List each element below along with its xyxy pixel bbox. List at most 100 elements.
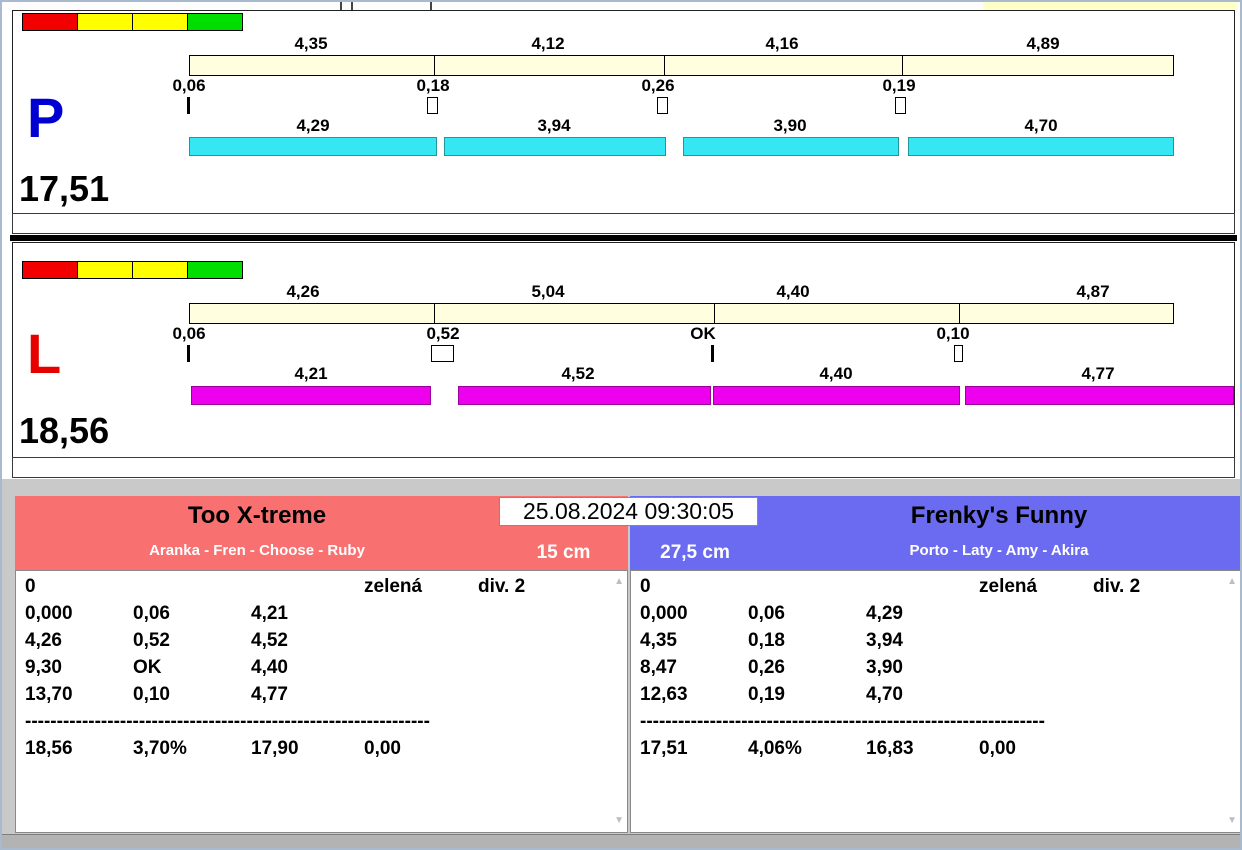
log-cell-empty <box>748 576 866 603</box>
panel-divider <box>10 235 1237 241</box>
split-bar <box>458 386 711 405</box>
fault-marker <box>711 345 714 362</box>
run-panel-l: 4,26 5,04 4,40 4,87 0,06 0,52 OK 0,10 4,… <box>12 242 1235 458</box>
log-cell: 4,06% <box>748 738 866 765</box>
log-cell: 0,19 <box>748 684 866 711</box>
scroll-down-icon[interactable]: ▼ <box>1227 816 1237 826</box>
fault-time: 0,19 <box>839 76 959 96</box>
split-time-top: 4,16 <box>722 34 842 54</box>
split-track <box>189 303 1174 324</box>
team-members-right: Porto - Laty - Amy - Akira <box>757 542 1241 559</box>
track-divider <box>664 56 665 75</box>
track-divider <box>434 304 435 323</box>
jump-height-left: 15 cm <box>499 541 628 565</box>
log-row: 0,000 0,06 4,21 <box>25 603 609 630</box>
result-log-left[interactable]: 0 zelená div. 2 0,000 0,06 4,21 4,26 0,5… <box>15 570 628 833</box>
run-total-l: 18,56 <box>19 413 109 449</box>
bottom-status-bar <box>2 834 1240 848</box>
background-window-strip <box>2 2 1240 10</box>
log-row: 4,35 0,18 3,94 <box>640 630 1222 657</box>
log-cell: 3,70% <box>133 738 251 765</box>
run-letter-l: L <box>27 329 61 379</box>
track-divider <box>959 304 960 323</box>
log-row-totals: 18,56 3,70% 17,90 0,00 <box>25 738 609 765</box>
log-cell: zelená <box>979 576 1093 603</box>
log-cell: 0,10 <box>133 684 251 711</box>
log-cell: 0 <box>640 576 748 603</box>
split-time-bottom: 4,21 <box>251 364 371 384</box>
fault-marker <box>895 97 906 114</box>
fault-marker <box>431 345 454 362</box>
fault-time: 0,18 <box>373 76 493 96</box>
log-cell: 3,94 <box>866 630 979 657</box>
light-segment-red <box>22 261 78 279</box>
log-cell: 3,90 <box>866 657 979 684</box>
log-cell: 0,000 <box>25 603 133 630</box>
split-time-bottom: 3,90 <box>730 116 850 136</box>
start-lights <box>22 13 242 31</box>
split-bar <box>908 137 1174 156</box>
light-segment-green <box>187 13 243 31</box>
scroll-down-icon[interactable]: ▼ <box>614 816 624 826</box>
split-time-top: 4,87 <box>1033 282 1153 302</box>
team-name-right: Frenky's Funny <box>757 501 1241 531</box>
log-cell: 4,70 <box>866 684 979 711</box>
log-cell: 4,35 <box>640 630 748 657</box>
background-window-fragment <box>983 2 1238 10</box>
datetime-display: 25.08.2024 09:30:05 <box>499 497 758 526</box>
log-cell: 4,52 <box>251 630 364 657</box>
track-divider <box>714 304 715 323</box>
jump-height-right: 27,5 cm <box>632 541 758 565</box>
split-bar <box>191 386 431 405</box>
log-cell: 16,83 <box>866 738 979 765</box>
split-time-bottom: 4,40 <box>776 364 896 384</box>
log-cell: zelená <box>364 576 478 603</box>
fault-marker <box>954 345 963 362</box>
split-bar <box>713 386 960 405</box>
fault-time: 0,10 <box>893 324 1013 344</box>
split-time-top: 4,35 <box>251 34 371 54</box>
team-name-left: Too X-treme <box>15 501 499 531</box>
log-cell: 17,51 <box>640 738 748 765</box>
track-divider <box>434 56 435 75</box>
log-row: 4,26 0,52 4,52 <box>25 630 609 657</box>
log-cell: 17,90 <box>251 738 364 765</box>
log-cell: 0,18 <box>748 630 866 657</box>
log-cell: 4,40 <box>251 657 364 684</box>
split-time-top: 4,40 <box>733 282 853 302</box>
fault-marker <box>427 97 438 114</box>
log-cell: div. 2 <box>478 576 609 603</box>
split-bar <box>444 137 666 156</box>
log-cell: 12,63 <box>640 684 748 711</box>
result-log-right[interactable]: 0 zelená div. 2 0,000 0,06 4,29 4,35 0,1… <box>630 570 1241 833</box>
log-cell-empty <box>866 576 979 603</box>
run-letter-p: P <box>27 93 64 143</box>
fault-marker <box>187 97 190 114</box>
log-cell: 4,26 <box>25 630 133 657</box>
fault-time: 0,06 <box>129 324 249 344</box>
split-time-top: 5,04 <box>488 282 608 302</box>
log-row: 12,63 0,19 4,70 <box>640 684 1222 711</box>
split-time-top: 4,26 <box>243 282 363 302</box>
scroll-up-icon[interactable]: ▲ <box>1227 577 1237 587</box>
log-cell: 0,52 <box>133 630 251 657</box>
status-strip-l <box>12 457 1235 478</box>
light-segment-yellow <box>77 13 133 31</box>
log-cell: 0,06 <box>748 603 866 630</box>
split-time-bottom: 4,52 <box>518 364 638 384</box>
track-divider <box>902 56 903 75</box>
light-segment-yellow <box>132 13 188 31</box>
split-time-bottom: 3,94 <box>494 116 614 136</box>
log-cell: 8,47 <box>640 657 748 684</box>
split-bar <box>965 386 1234 405</box>
split-track <box>189 55 1174 76</box>
log-row: 8,47 0,26 3,90 <box>640 657 1222 684</box>
light-segment-yellow <box>77 261 133 279</box>
log-cell: 0,00 <box>979 738 1093 765</box>
fault-time: 0,26 <box>598 76 718 96</box>
log-cell: 9,30 <box>25 657 133 684</box>
log-cell-empty <box>251 576 364 603</box>
scroll-up-icon[interactable]: ▲ <box>614 577 624 587</box>
log-row: 0,000 0,06 4,29 <box>640 603 1222 630</box>
run-total-p: 17,51 <box>19 171 109 207</box>
